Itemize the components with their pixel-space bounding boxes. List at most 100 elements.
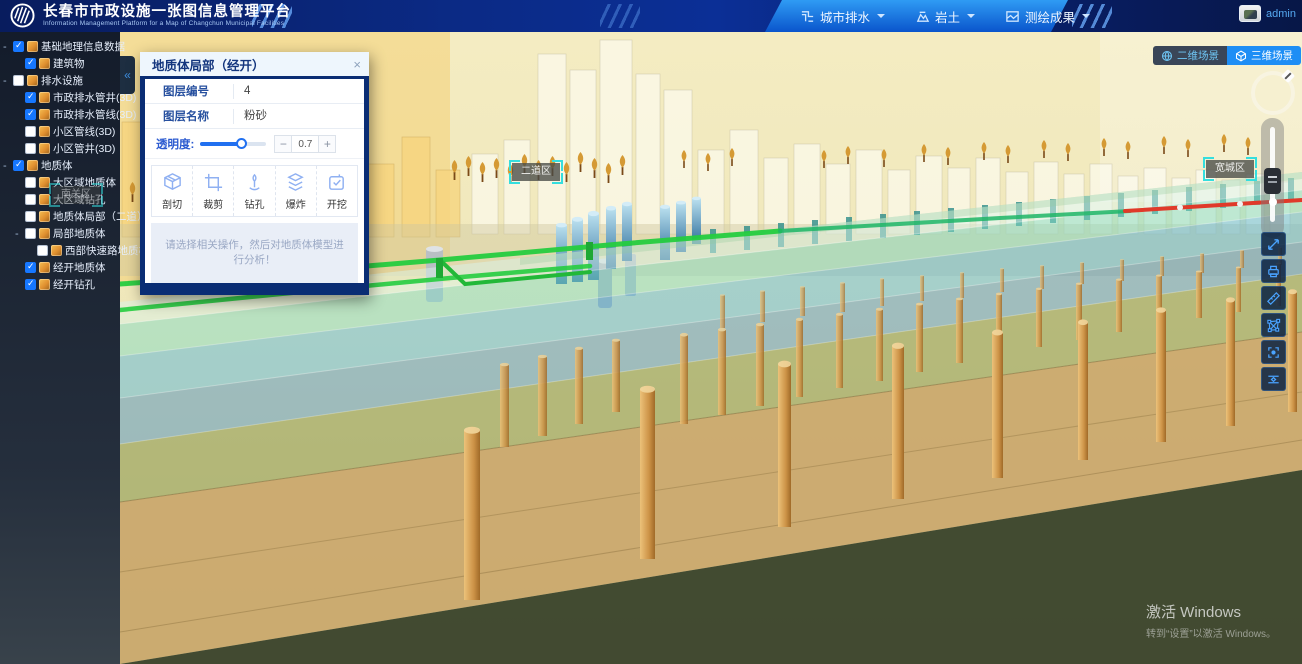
layer-number-label: 图层编号 xyxy=(145,83,233,99)
print-button[interactable] xyxy=(1261,259,1286,283)
sidebar-item-buildings[interactable]: 建筑物 xyxy=(0,55,120,72)
opacity-value-input[interactable]: 0.7 xyxy=(292,135,318,153)
app-logo-icon xyxy=(10,3,35,28)
layer-icon xyxy=(39,92,50,103)
menu-geotechnical[interactable]: 岩土 xyxy=(915,7,975,26)
sidebar-item-jingkai-boreholes[interactable]: 经开钻孔 xyxy=(0,276,120,293)
zoom-slider-handle[interactable] xyxy=(1264,168,1281,194)
checkbox[interactable] xyxy=(25,262,36,273)
sidebar-item-drainage-lines-3d[interactable]: 市政排水管线(3D) xyxy=(0,106,120,123)
checkbox[interactable] xyxy=(25,194,36,205)
sidebar-item-community-lines-3d[interactable]: 小区管线(3D) xyxy=(0,123,120,140)
sidebar-item-geology[interactable]: - 地质体 xyxy=(0,157,120,174)
chevron-down-icon xyxy=(877,14,885,18)
sidebar-item-label: 小区管线(3D) xyxy=(53,124,115,139)
locate-button[interactable] xyxy=(1261,340,1286,364)
layer-icon xyxy=(39,262,50,273)
flatten-button[interactable] xyxy=(1261,367,1286,391)
zoom-slider-dot xyxy=(1269,198,1277,206)
cube-3d-icon xyxy=(1235,50,1247,62)
close-icon[interactable]: × xyxy=(353,57,361,72)
geology-local-dialog: 地质体局部（经开） × 图层编号 4 图层名称 粉砂 透明度: − 0.7 xyxy=(140,52,369,295)
sidebar-item-label: 基础地理信息数据 xyxy=(41,39,125,54)
user-avatar xyxy=(1239,5,1261,22)
opacity-label: 透明度: xyxy=(156,136,194,152)
checkbox[interactable] xyxy=(25,211,36,222)
layer-name-label: 图层名称 xyxy=(145,108,233,124)
full-extent-button[interactable] xyxy=(1261,232,1286,256)
checkbox[interactable] xyxy=(13,75,24,86)
ruler-icon xyxy=(1266,291,1281,306)
zoom-slider[interactable] xyxy=(1261,118,1284,238)
menu-city-drainage[interactable]: 城市排水 xyxy=(800,7,885,26)
compass-control[interactable] xyxy=(1251,71,1295,115)
checkbox[interactable] xyxy=(25,126,36,137)
opacity-slider[interactable] xyxy=(200,142,266,146)
header-menus: 城市排水 岩土 测绘成果 xyxy=(800,0,1090,32)
sidebar-item-community-wells-3d[interactable]: 小区管井(3D) xyxy=(0,140,120,157)
sidebar-item-west-expressway-geology-model[interactable]: 西部快速路地质模型 xyxy=(0,242,120,259)
menu-survey-results[interactable]: 测绘成果 xyxy=(1005,7,1090,26)
checkbox[interactable] xyxy=(13,160,24,171)
scene-mode-switch: 二维场景 三维场景 xyxy=(1153,46,1301,65)
layer-icon xyxy=(39,279,50,290)
expander-icon[interactable]: - xyxy=(3,160,13,172)
measure-distance-button[interactable] xyxy=(1261,286,1286,310)
sidebar-item-basemap-data[interactable]: - 基础地理信息数据 xyxy=(0,38,120,55)
layer-number-value: 4 xyxy=(233,84,250,99)
sidebar-item-jingkai-geology[interactable]: 经开地质体 xyxy=(0,259,120,276)
sidebar-item-drainage-wells-3d[interactable]: 市政排水管井(3D) xyxy=(0,89,120,106)
checkbox[interactable] xyxy=(13,41,24,52)
sidebar-item-label: 小区管井(3D) xyxy=(53,141,115,156)
opacity-slider-knob[interactable] xyxy=(236,138,247,149)
opacity-increase-button[interactable]: + xyxy=(318,135,336,153)
focus-icon xyxy=(1266,345,1281,360)
layer-icon xyxy=(27,41,38,52)
sidebar-item-label: 市政排水管线(3D) xyxy=(53,107,136,122)
clip-button[interactable]: 裁剪 xyxy=(193,166,234,216)
header-stripes xyxy=(600,4,640,28)
globe-2d-icon xyxy=(1161,50,1173,62)
rock-icon xyxy=(915,9,930,24)
app-subtitle: Information Management Platform for a Ma… xyxy=(43,20,291,28)
district-label-erdao: 二道区 xyxy=(512,163,560,181)
expander-icon[interactable]: - xyxy=(3,41,13,53)
sidebar-item-local-geology[interactable]: - 局部地质体 xyxy=(0,225,120,242)
sidebar-item-label: 经开地质体 xyxy=(53,260,106,275)
analysis-toolbar: 剖切 裁剪 钻孔 爆炸 xyxy=(151,165,358,217)
expander-icon[interactable]: - xyxy=(15,228,25,240)
opacity-stepper: − 0.7 + xyxy=(274,135,336,153)
borehole-button[interactable]: 钻孔 xyxy=(234,166,275,216)
sidebar-collapse-button[interactable]: « xyxy=(120,56,135,94)
checkbox[interactable] xyxy=(25,109,36,120)
district-label-kuancheng: 宽城区 xyxy=(1206,160,1254,178)
mode-3d-button[interactable]: 三维场景 xyxy=(1227,46,1301,65)
sidebar-item-drainage-facilities[interactable]: - 排水设施 xyxy=(0,72,120,89)
sidebar-item-label: 地质体 xyxy=(41,158,73,173)
checkbox[interactable] xyxy=(25,143,36,154)
clip-icon xyxy=(203,172,224,193)
layer-icon xyxy=(27,160,38,171)
checkbox[interactable] xyxy=(25,177,36,188)
explode-icon xyxy=(285,172,306,193)
checkbox[interactable] xyxy=(25,58,36,69)
user-menu[interactable]: admin xyxy=(1239,5,1296,22)
measure-area-button[interactable] xyxy=(1261,313,1286,337)
mode-2d-button[interactable]: 二维场景 xyxy=(1153,46,1227,65)
explode-button[interactable]: 爆炸 xyxy=(276,166,317,216)
sidebar-item-label: 建筑物 xyxy=(53,56,85,71)
section-cut-button[interactable]: 剖切 xyxy=(152,166,193,216)
borehole-icon xyxy=(244,172,265,193)
checkbox[interactable] xyxy=(37,245,48,256)
layer-icon xyxy=(39,109,50,120)
layer-icon xyxy=(39,58,50,69)
flatten-icon xyxy=(1266,372,1281,387)
checkbox[interactable] xyxy=(25,228,36,239)
sidebar-item-label: 地质体局部（二道） xyxy=(53,209,148,224)
expander-icon[interactable]: - xyxy=(3,75,13,87)
sidebar-item-geology-local-erdao[interactable]: 地质体局部（二道） xyxy=(0,208,120,225)
excavate-button[interactable]: 开挖 xyxy=(317,166,357,216)
opacity-decrease-button[interactable]: − xyxy=(274,135,292,153)
checkbox[interactable] xyxy=(25,279,36,290)
checkbox[interactable] xyxy=(25,92,36,103)
